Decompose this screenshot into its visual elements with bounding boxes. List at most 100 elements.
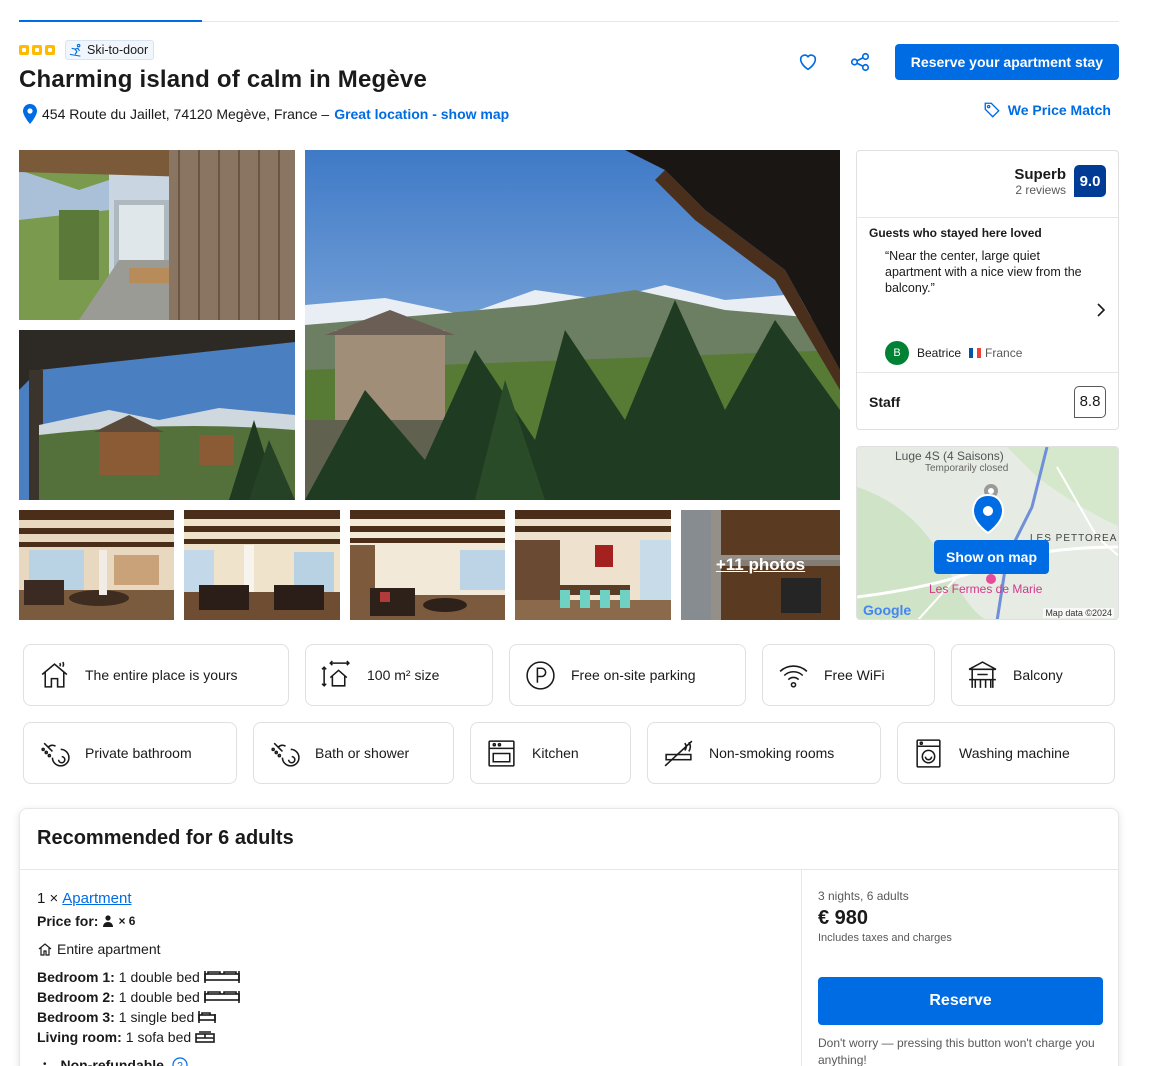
country-name: France: [985, 346, 1023, 360]
sofa-bed-icon: [195, 1031, 215, 1043]
map-pin-icon: [23, 104, 37, 124]
kitchen-icon: [488, 739, 515, 767]
photo-living-room-1[interactable]: [19, 510, 174, 620]
staff-score-badge: 8.8: [1074, 385, 1106, 418]
facility-label: 100 m² size: [367, 667, 440, 683]
share-button[interactable]: [843, 45, 877, 79]
review-author: B Beatrice France: [885, 341, 1022, 365]
shower-icon: [271, 742, 300, 767]
staff-label: Staff: [869, 393, 901, 410]
reserve-stay-button[interactable]: Reserve your apartment stay: [894, 44, 1119, 80]
next-review-button[interactable]: [1096, 303, 1106, 320]
header-actions: Reserve your apartment stay: [791, 44, 1119, 80]
avatar: B: [885, 341, 909, 365]
google-logo: Google: [863, 602, 912, 618]
apartment-link[interactable]: Apartment: [62, 889, 131, 909]
facility-size: 100 m² size: [305, 644, 493, 706]
show-on-map-button[interactable]: Show on map: [934, 540, 1049, 574]
reserve-button[interactable]: Reserve: [818, 977, 1103, 1025]
price-match-label: We Price Match: [1007, 102, 1111, 118]
map-copyright: Map data ©2024: [1043, 608, 1114, 618]
more-photos-label[interactable]: +11 photos: [681, 510, 840, 620]
star-rating: [19, 45, 55, 55]
parking-icon: [526, 660, 555, 690]
divider: [20, 869, 1118, 870]
photo-balcony[interactable]: [19, 150, 295, 320]
price-panel: 3 nights, 6 adults € 980 Includes taxes …: [818, 889, 1103, 1066]
address-text: 454 Route du Jaillet, 74120 Megève, Fran…: [42, 106, 330, 122]
share-icon: [850, 52, 869, 72]
facility-wifi: Free WiFi: [762, 644, 935, 706]
total-price: € 980: [818, 907, 869, 929]
map-preview[interactable]: Luge 4S (4 Saisons) Temporarily closed L…: [856, 446, 1119, 620]
ski-to-door-badge[interactable]: Ski-to-door: [65, 40, 155, 60]
balcony-icon: [968, 660, 997, 688]
facility-label: Free WiFi: [824, 667, 885, 683]
price-for-label: Price for:: [37, 913, 99, 929]
tag-icon: [984, 102, 1000, 118]
bed-type: 1 single bed: [118, 1009, 195, 1025]
question-icon[interactable]: ?: [172, 1057, 188, 1066]
photo-kitchen-more[interactable]: +11 photos: [681, 510, 840, 620]
badge-label: Ski-to-door: [87, 43, 149, 57]
double-bed-icon: [203, 991, 240, 1003]
skier-icon: [69, 43, 81, 57]
save-button[interactable]: [791, 45, 825, 79]
facility-parking: Free on-site parking: [509, 644, 746, 706]
photo-main-mountain-view[interactable]: [305, 150, 840, 500]
room-name: Living room:: [37, 1029, 122, 1045]
facility-label: Non-smoking rooms: [709, 745, 835, 761]
photo-living-room-3[interactable]: [350, 510, 505, 620]
room-name: Bedroom 2:: [37, 989, 115, 1005]
size-icon: [321, 660, 350, 687]
guests-loved-heading: Guests who stayed here loved: [869, 226, 1042, 240]
review-count: 2 reviews: [1015, 182, 1066, 197]
policy-label: Non-refundable: [60, 1057, 164, 1066]
author-name: Beatrice: [917, 346, 962, 360]
map-poi-luge: Luge 4S (4 Saisons): [895, 449, 1004, 463]
photo-view-eave[interactable]: [19, 330, 295, 500]
star-icon: [32, 45, 42, 55]
double-bed-icon: [203, 971, 240, 983]
no-charge-note: Don't worry — pressing this button won't…: [818, 1036, 1095, 1066]
property-tabs: [19, 0, 1119, 22]
bed-row-3: Bedroom 3: 1 single bed: [37, 1007, 240, 1027]
facility-private-bathroom: Private bathroom: [23, 722, 237, 784]
facility-entire-place: The entire place is yours: [23, 644, 289, 706]
review-quote: “Near the center, large quiet apartment …: [885, 249, 1082, 295]
tab-overview-indicator: [19, 20, 202, 22]
facility-balcony: Balcony: [951, 644, 1115, 706]
house-icon: [41, 661, 68, 688]
facility-label: Bath or shower: [315, 745, 410, 761]
entire-apartment-label: Entire apartment: [57, 941, 161, 957]
heart-icon: [799, 54, 816, 71]
staff-score-row: Staff 8.8: [857, 372, 1118, 430]
map-poi-fermes: Les Fermes de Marie: [929, 582, 1043, 596]
facility-label: The entire place is yours: [85, 667, 238, 683]
stay-summary: 3 nights, 6 adults: [818, 889, 909, 903]
bed-type: 1 double bed: [118, 969, 200, 985]
guests-loved-section: Guests who stayed here loved “Near the c…: [857, 217, 1118, 296]
shower-icon: [41, 742, 70, 767]
photo-dining-room[interactable]: [515, 510, 671, 620]
facility-label: Free on-site parking: [571, 667, 696, 683]
rating-word: Superb: [1014, 165, 1066, 183]
chevron-right-icon: [1097, 303, 1106, 317]
property-title: Charming island of calm in Megève: [19, 66, 428, 93]
map-poi-status: Temporarily closed: [925, 463, 1009, 474]
wifi-icon: [779, 664, 808, 688]
single-bed-icon: [198, 1011, 217, 1023]
room-name: Bedroom 1:: [37, 969, 115, 985]
taxes-note: Includes taxes and charges: [818, 932, 952, 944]
author-country: France: [969, 346, 1022, 360]
review-score-block[interactable]: Superb 2 reviews 9.0: [1014, 165, 1106, 197]
svg-text:?: ?: [177, 1061, 183, 1066]
photo-living-room-2[interactable]: [184, 510, 340, 620]
facility-label: Washing machine: [959, 745, 1070, 761]
guest-count: × 6: [118, 914, 136, 928]
price-match-link[interactable]: We Price Match: [983, 101, 1111, 119]
show-map-link[interactable]: Great location - show map: [334, 106, 509, 122]
facility-label: Balcony: [1013, 667, 1063, 683]
unit-quantity: 1 ×: [37, 890, 59, 907]
bed-row-1: Bedroom 1: 1 double bed: [37, 967, 240, 987]
